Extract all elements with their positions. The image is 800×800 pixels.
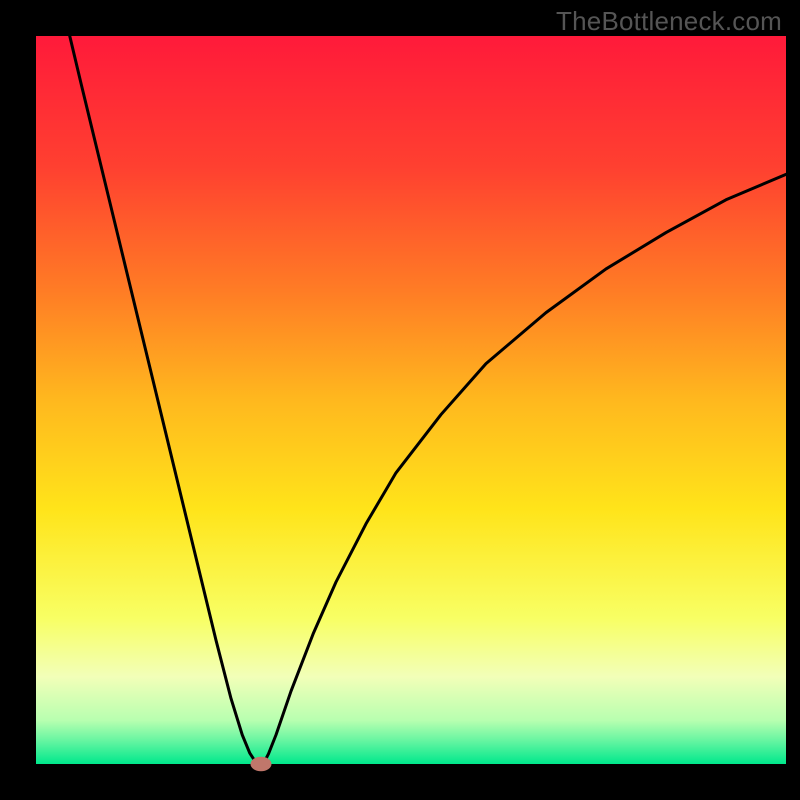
chart-svg — [0, 0, 800, 800]
minimum-marker — [251, 757, 272, 772]
plot-area — [36, 36, 786, 764]
watermark-text: TheBottleneck.com — [556, 6, 782, 37]
bottleneck-chart: TheBottleneck.com — [0, 0, 800, 800]
